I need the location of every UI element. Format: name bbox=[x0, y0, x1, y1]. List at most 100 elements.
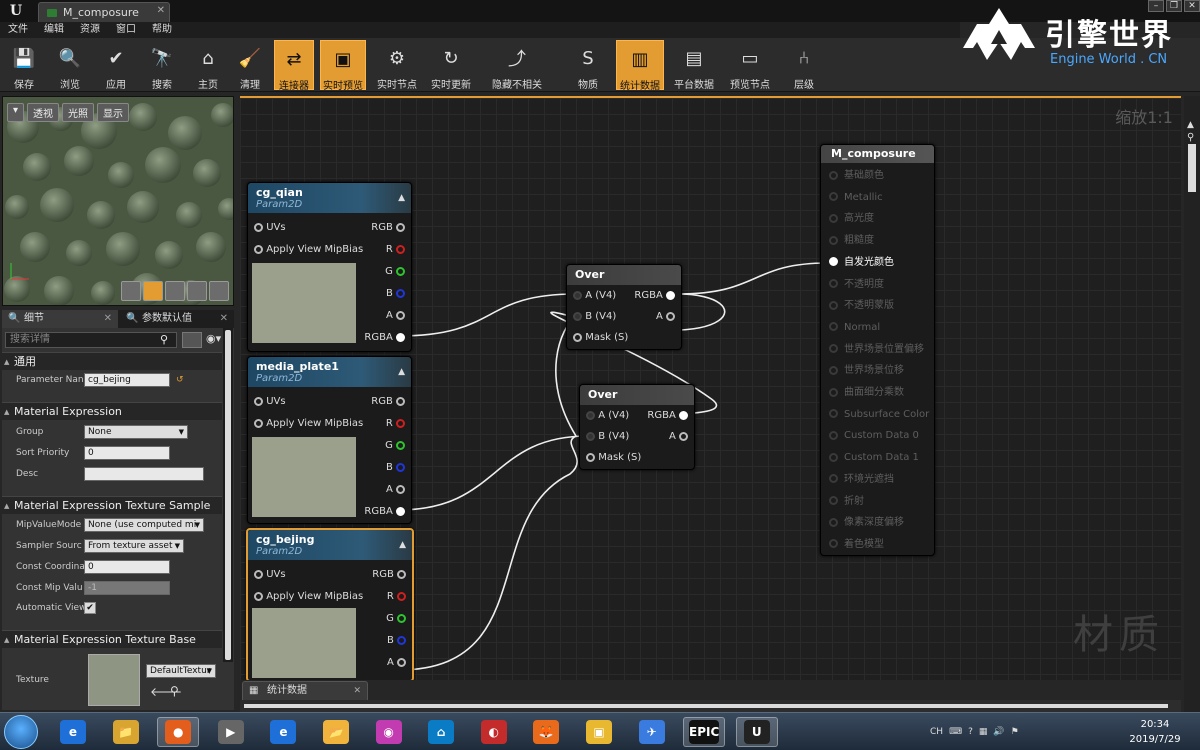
pin-b-out[interactable]: B bbox=[386, 285, 405, 303]
pin-mip[interactable]: Apply View MipBias bbox=[254, 588, 363, 606]
scroll-thumb[interactable] bbox=[1188, 144, 1196, 192]
toolbar-button-5[interactable]: 🧹 清理 bbox=[232, 40, 268, 92]
pin-mip[interactable]: Apply View MipBias bbox=[254, 415, 363, 433]
pin-rgba-out[interactable]: RGBA bbox=[364, 329, 405, 347]
toolbar-button-0[interactable]: 💾 保存 bbox=[4, 40, 44, 92]
sphere-preview-icon[interactable] bbox=[143, 281, 163, 301]
node-cg-qian[interactable]: cg_qian Param2D ▲ UVs Apply View MipBias R… bbox=[247, 182, 412, 352]
details-search-input[interactable]: 搜索详情 bbox=[5, 332, 177, 348]
collapse-icon[interactable]: ▲ bbox=[399, 540, 406, 550]
section-texture-sample[interactable]: Material Expression Texture Sample bbox=[2, 496, 222, 515]
output-input-9[interactable]: 世界场景位移 bbox=[829, 360, 904, 381]
taskbar-app-8[interactable]: ◐ bbox=[473, 717, 515, 747]
collapse-icon[interactable]: ▲ bbox=[398, 367, 405, 377]
pin-mip[interactable]: Apply View MipBias bbox=[254, 241, 363, 259]
pin-b-in[interactable]: B (V4) bbox=[586, 428, 629, 446]
pin-a-out[interactable]: A bbox=[669, 428, 688, 446]
pin-a-out[interactable]: A bbox=[386, 307, 405, 325]
menu-edit[interactable]: 编辑 bbox=[44, 22, 64, 38]
pin-a-out[interactable]: A bbox=[386, 481, 405, 499]
toolbar-button-7[interactable]: ▣ 实时预览 bbox=[320, 40, 366, 92]
sampler-source-select[interactable]: From texture asset bbox=[84, 539, 184, 553]
node-material-output[interactable]: M_composure 基础颜色 Metallic 高光度 粗糙度 自发光颜色 不透明度不… bbox=[820, 144, 935, 556]
taskbar-app-3[interactable]: ▶ bbox=[210, 717, 252, 747]
taskbar-app-5[interactable]: 📂 bbox=[315, 717, 357, 747]
desc-field[interactable] bbox=[84, 467, 204, 481]
clock[interactable]: 20:34 2019/7/29 bbox=[1126, 717, 1184, 747]
taskbar-app-6[interactable]: ◉ bbox=[368, 717, 410, 747]
output-input-16[interactable]: 像素深度偏移 bbox=[829, 512, 904, 533]
taskbar-app-0[interactable]: e bbox=[52, 717, 94, 747]
output-input-3[interactable]: 粗糙度 bbox=[829, 230, 874, 251]
pin-g-out[interactable]: G bbox=[386, 610, 406, 628]
pin-r-out[interactable]: R bbox=[386, 241, 405, 259]
node-over-1[interactable]: Over A (V4) B (V4) Mask (S) RGBA A bbox=[566, 264, 682, 350]
pin-mask-in[interactable]: Mask (S) bbox=[586, 449, 641, 467]
section-general[interactable]: 通用 bbox=[2, 352, 222, 371]
toolbar-button-13[interactable]: ▤ 平台数据 bbox=[672, 40, 716, 92]
output-input-11[interactable]: Subsurface Color bbox=[829, 404, 929, 425]
mip-mode-select[interactable]: None (use computed mi bbox=[84, 518, 204, 532]
pin-r-out[interactable]: R bbox=[386, 415, 405, 433]
automatic-view-checkbox[interactable]: ✔ bbox=[84, 602, 96, 614]
output-input-4[interactable]: 自发光颜色 bbox=[829, 252, 894, 273]
pin-b-out[interactable]: B bbox=[387, 632, 406, 650]
pin-a-in[interactable]: A (V4) bbox=[573, 287, 616, 305]
pin-b-out[interactable]: B bbox=[386, 459, 405, 477]
pin-a-out[interactable]: A bbox=[656, 308, 675, 326]
pin-g-out[interactable]: G bbox=[385, 437, 405, 455]
taskbar-app-13[interactable]: U bbox=[735, 717, 778, 747]
show-button[interactable]: 显示 bbox=[97, 103, 130, 122]
custom-mesh-preview-icon[interactable] bbox=[209, 281, 229, 301]
tab-details[interactable]: 🔍 细节 ✕ bbox=[2, 310, 118, 328]
output-input-15[interactable]: 折射 bbox=[829, 491, 864, 512]
input-language[interactable]: CH bbox=[930, 727, 943, 737]
output-input-1[interactable]: Metallic bbox=[829, 187, 883, 208]
taskbar-app-11[interactable]: ✈ bbox=[631, 717, 673, 747]
output-input-12[interactable]: Custom Data 0 bbox=[829, 425, 919, 446]
material-graph[interactable]: 缩放1:1 材质 cg_qian Param2D ▲ UVs Apply View … bbox=[240, 96, 1181, 680]
output-input-6[interactable]: 不透明蒙版 bbox=[829, 295, 894, 316]
stats-scrollbar[interactable] bbox=[240, 700, 1181, 712]
toolbar-button-6[interactable]: ⇄ 连接器 bbox=[274, 40, 314, 92]
sort-priority-field[interactable]: 0 bbox=[84, 446, 170, 460]
taskbar-app-2[interactable]: ● bbox=[157, 717, 200, 747]
details-scrollbar[interactable] bbox=[223, 328, 233, 662]
output-input-5[interactable]: 不透明度 bbox=[829, 274, 884, 295]
taskbar-app-10[interactable]: ▣ bbox=[578, 717, 620, 747]
menu-window[interactable]: 窗口 bbox=[116, 22, 136, 38]
taskbar-app-4[interactable]: e bbox=[262, 717, 304, 747]
tab-parameter-defaults[interactable]: 🔍 参数默认值 ✕ bbox=[120, 310, 234, 328]
toolbar-button-1[interactable]: 🔍 浏览 bbox=[50, 40, 90, 92]
taskbar-app-7[interactable]: ⌂ bbox=[420, 717, 462, 747]
group-select[interactable]: None bbox=[84, 425, 188, 439]
volume-icon[interactable]: 🔊 bbox=[993, 727, 1004, 737]
pin-a-out[interactable]: A bbox=[387, 654, 406, 672]
output-input-0[interactable]: 基础颜色 bbox=[829, 165, 884, 186]
param-name-field[interactable]: cg_bejing bbox=[84, 373, 170, 387]
output-input-14[interactable]: 环境光遮挡 bbox=[829, 469, 894, 490]
output-input-13[interactable]: Custom Data 1 bbox=[829, 447, 919, 468]
const-coordinate-field[interactable]: 0 bbox=[84, 560, 170, 574]
viewport-options-button[interactable]: ▾ bbox=[7, 103, 25, 122]
output-input-2[interactable]: 高光度 bbox=[829, 208, 874, 229]
const-mip-field[interactable]: -1 bbox=[84, 581, 170, 595]
flag-icon[interactable]: ⚑ bbox=[1011, 727, 1019, 737]
close-tab-icon[interactable]: ✕ bbox=[353, 682, 361, 700]
lighting-button[interactable]: 光照 bbox=[62, 103, 95, 122]
network-icon[interactable]: ▦ bbox=[979, 727, 988, 737]
graph-vertical-scrollbar[interactable]: ▲ ⚲ bbox=[1184, 96, 1200, 712]
pin-a-in[interactable]: A (V4) bbox=[586, 407, 629, 425]
section-texture-base[interactable]: Material Expression Texture Base bbox=[2, 630, 222, 649]
toolbar-button-8[interactable]: ⚙ 实时节点 bbox=[374, 40, 420, 92]
toolbar-button-3[interactable]: 🔭 搜索 bbox=[140, 40, 184, 92]
pin-b-in[interactable]: B (V4) bbox=[573, 308, 616, 326]
close-tab-icon[interactable]: ✕ bbox=[104, 310, 112, 328]
close-tab-icon[interactable]: ✕ bbox=[157, 5, 165, 16]
perspective-button[interactable]: 透视 bbox=[27, 103, 60, 122]
pin-uvs[interactable]: UVs bbox=[254, 219, 286, 237]
pin-r-out[interactable]: R bbox=[387, 588, 406, 606]
plane-preview-icon[interactable] bbox=[165, 281, 185, 301]
menu-help[interactable]: 帮助 bbox=[152, 22, 172, 38]
toolbar-button-10[interactable]: ⤴ 隐藏不相关 bbox=[482, 40, 552, 91]
